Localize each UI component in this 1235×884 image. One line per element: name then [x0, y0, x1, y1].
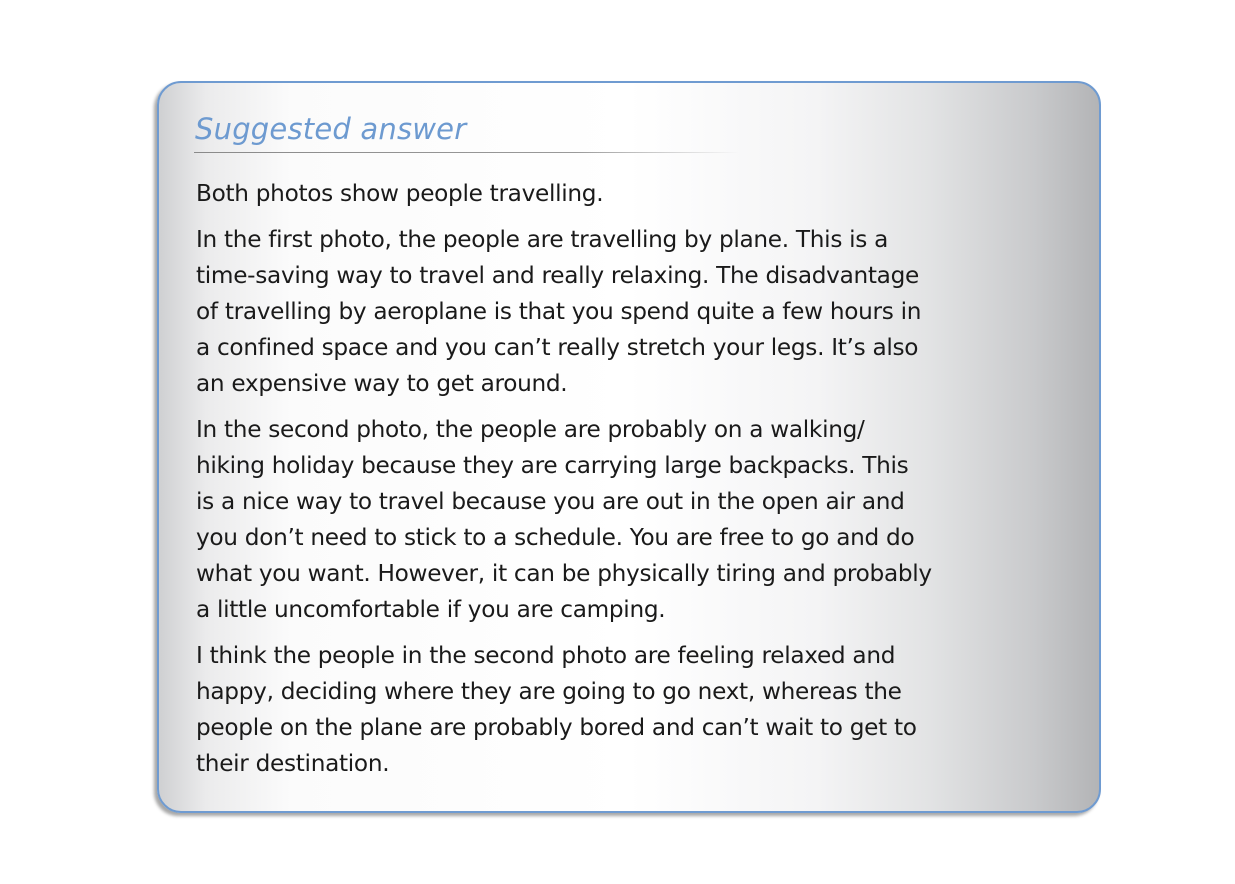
card-heading: Suggested answer	[195, 112, 467, 146]
answer-text: Both photos show people travelling. In t…	[196, 176, 1076, 792]
answer-paragraph-4: I think the people in the second photo a…	[196, 642, 917, 777]
suggested-answer-card: Suggested answer Both photos show people…	[157, 81, 1101, 813]
answer-paragraph-2: In the first photo, the people are trave…	[196, 226, 922, 397]
heading-divider	[194, 152, 739, 153]
answer-paragraph-1: Both photos show people travelling.	[196, 180, 604, 207]
answer-paragraph-3: In the second photo, the people are prob…	[196, 416, 932, 623]
